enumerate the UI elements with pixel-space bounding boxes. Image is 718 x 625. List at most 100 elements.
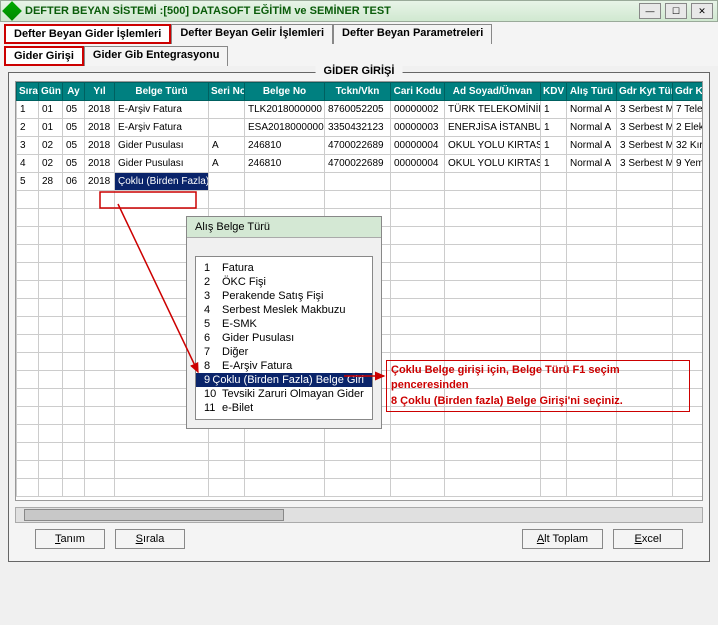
popup-item-3[interactable]: 3Perakende Satış Fişi [196, 289, 372, 303]
popup-item-7[interactable]: 7Diğer [196, 345, 372, 359]
col-header[interactable]: Sıra [17, 83, 39, 101]
cell-belgeno[interactable]: 246810 [245, 137, 325, 155]
minimize-button[interactable]: — [639, 3, 661, 19]
cell-belgeno[interactable] [245, 173, 325, 191]
cell-belge[interactable]: Çoklu (Birden Fazla) [115, 173, 209, 191]
cell-belgeno[interactable]: ESA2018000000 [245, 119, 325, 137]
cell-unvan[interactable]: TÜRK TELEKOMİNİK A [445, 101, 541, 119]
sub-tab-0[interactable]: Gider Girişi [4, 46, 84, 66]
popup-item-11[interactable]: 11e-Bilet [196, 401, 372, 415]
cell-alis[interactable]: Normal A [567, 137, 617, 155]
cell-belge[interactable]: E-Arşiv Fatura [115, 119, 209, 137]
main-tab-0[interactable]: Defter Beyan Gider İşlemleri [4, 24, 171, 44]
cell-ay[interactable]: 05 [63, 119, 85, 137]
popup-list[interactable]: 1Fatura2ÖKC Fişi3Perakende Satış Fişi4Se… [195, 256, 373, 420]
cell-sira[interactable]: 5 [17, 173, 39, 191]
cell-sira[interactable]: 2 [17, 119, 39, 137]
cell-alis[interactable]: Normal A [567, 119, 617, 137]
table-row[interactable]: 101052018E-Arşiv FaturaTLK20180000008760… [17, 101, 704, 119]
cell-sira[interactable]: 3 [17, 137, 39, 155]
cell-sira[interactable]: 4 [17, 155, 39, 173]
col-header[interactable]: Seri No [209, 83, 245, 101]
popup-item-2[interactable]: 2ÖKC Fişi [196, 275, 372, 289]
cell-gdr2[interactable]: 7 Telefon-F E-Arşiv [673, 101, 704, 119]
cell-unvan[interactable]: OKUL YOLU KIRTASİ D [445, 137, 541, 155]
col-header[interactable]: Belge No [245, 83, 325, 101]
alt-toplam-button[interactable]: Alt Toplam [522, 529, 603, 549]
cell-kdv[interactable]: 1 [541, 137, 567, 155]
cell-cari[interactable] [391, 173, 445, 191]
cell-cari[interactable]: 00000004 [391, 137, 445, 155]
col-header[interactable]: Gdr Kyt Türü [617, 83, 673, 101]
table-row[interactable] [17, 191, 704, 209]
cell-gun[interactable]: 02 [39, 155, 63, 173]
cell-gdr1[interactable]: 3 Serbest M [617, 137, 673, 155]
cell-alis[interactable]: Normal A [567, 101, 617, 119]
cell-gdr2[interactable]: 9 Yemek, M Gider F [673, 155, 704, 173]
popup-item-1[interactable]: 1Fatura [196, 261, 372, 275]
col-header[interactable]: Cari Kodu [391, 83, 445, 101]
cell-cari[interactable]: 00000002 [391, 101, 445, 119]
col-header[interactable]: Gdr Kyt Alt [673, 83, 704, 101]
cell-alis[interactable]: Normal A [567, 155, 617, 173]
popup-item-4[interactable]: 4Serbest Meslek Makbuzu [196, 303, 372, 317]
cell-ay[interactable]: 05 [63, 155, 85, 173]
cell-yil[interactable]: 2018 [85, 101, 115, 119]
cell-seri[interactable]: A [209, 155, 245, 173]
tanim-button[interactable]: Tanım [35, 529, 105, 549]
cell-kdv[interactable]: 1 [541, 101, 567, 119]
col-header[interactable]: Belge Türü [115, 83, 209, 101]
cell-tckn[interactable]: 3350432123 [325, 119, 391, 137]
main-tab-2[interactable]: Defter Beyan Parametreleri [333, 24, 492, 44]
scrollbar-thumb[interactable] [24, 509, 284, 521]
col-header[interactable]: Ay [63, 83, 85, 101]
table-row[interactable]: 201052018E-Arşiv FaturaESA20180000003350… [17, 119, 704, 137]
main-tab-1[interactable]: Defter Beyan Gelir İşlemleri [171, 24, 333, 44]
cell-tckn[interactable] [325, 173, 391, 191]
col-header[interactable]: Gün [39, 83, 63, 101]
cell-seri[interactable] [209, 101, 245, 119]
cell-kdv[interactable] [541, 173, 567, 191]
horizontal-scrollbar[interactable] [15, 507, 703, 523]
cell-belge[interactable]: Gider Pusulası [115, 137, 209, 155]
cell-tckn[interactable]: 4700022689 [325, 155, 391, 173]
cell-alis[interactable] [567, 173, 617, 191]
cell-gdr1[interactable]: 3 Serbest M [617, 119, 673, 137]
cell-gdr2[interactable] [673, 173, 704, 191]
table-row[interactable] [17, 461, 704, 479]
col-header[interactable]: KDV [541, 83, 567, 101]
cell-yil[interactable]: 2018 [85, 173, 115, 191]
cell-gdr2[interactable]: 32 Kırtasiye Gider F [673, 137, 704, 155]
col-header[interactable]: Yıl [85, 83, 115, 101]
cell-belge[interactable]: Gider Pusulası [115, 155, 209, 173]
cell-ay[interactable]: 06 [63, 173, 85, 191]
table-row[interactable]: 528062018Çoklu (Birden Fazla) [17, 173, 704, 191]
cell-belgeno[interactable]: TLK2018000000 [245, 101, 325, 119]
table-row[interactable] [17, 479, 704, 497]
cell-seri[interactable] [209, 119, 245, 137]
popup-item-6[interactable]: 6Gider Pusulası [196, 331, 372, 345]
maximize-button[interactable]: ☐ [665, 3, 687, 19]
popup-item-10[interactable]: 10Tevsiki Zaruri Olmayan Gider [196, 387, 372, 401]
cell-ay[interactable]: 05 [63, 137, 85, 155]
cell-gun[interactable]: 02 [39, 137, 63, 155]
table-row[interactable]: 302052018Gider PusulasıA2468104700022689… [17, 137, 704, 155]
popup-item-9[interactable]: 9Çoklu (Birden Fazla) Belge Giri [196, 373, 372, 387]
table-row[interactable]: 402052018Gider PusulasıA2468104700022689… [17, 155, 704, 173]
cell-gun[interactable]: 01 [39, 101, 63, 119]
cell-unvan[interactable]: ENERJİSA İSTANBUL B [445, 119, 541, 137]
cell-cari[interactable]: 00000003 [391, 119, 445, 137]
cell-cari[interactable]: 00000004 [391, 155, 445, 173]
cell-kdv[interactable]: 1 [541, 119, 567, 137]
cell-seri[interactable]: A [209, 137, 245, 155]
cell-gun[interactable]: 28 [39, 173, 63, 191]
col-header[interactable]: Tckn/Vkn [325, 83, 391, 101]
table-row[interactable] [17, 443, 704, 461]
sirala-button[interactable]: Sırala [115, 529, 185, 549]
popup-item-8[interactable]: 8E-Arşiv Fatura [196, 359, 372, 373]
close-button[interactable]: ✕ [691, 3, 713, 19]
cell-gdr2[interactable]: 2 Elektrik ( E-Arşiv [673, 119, 704, 137]
cell-gdr1[interactable]: 3 Serbest M [617, 155, 673, 173]
cell-gun[interactable]: 01 [39, 119, 63, 137]
cell-tckn[interactable]: 4700022689 [325, 137, 391, 155]
